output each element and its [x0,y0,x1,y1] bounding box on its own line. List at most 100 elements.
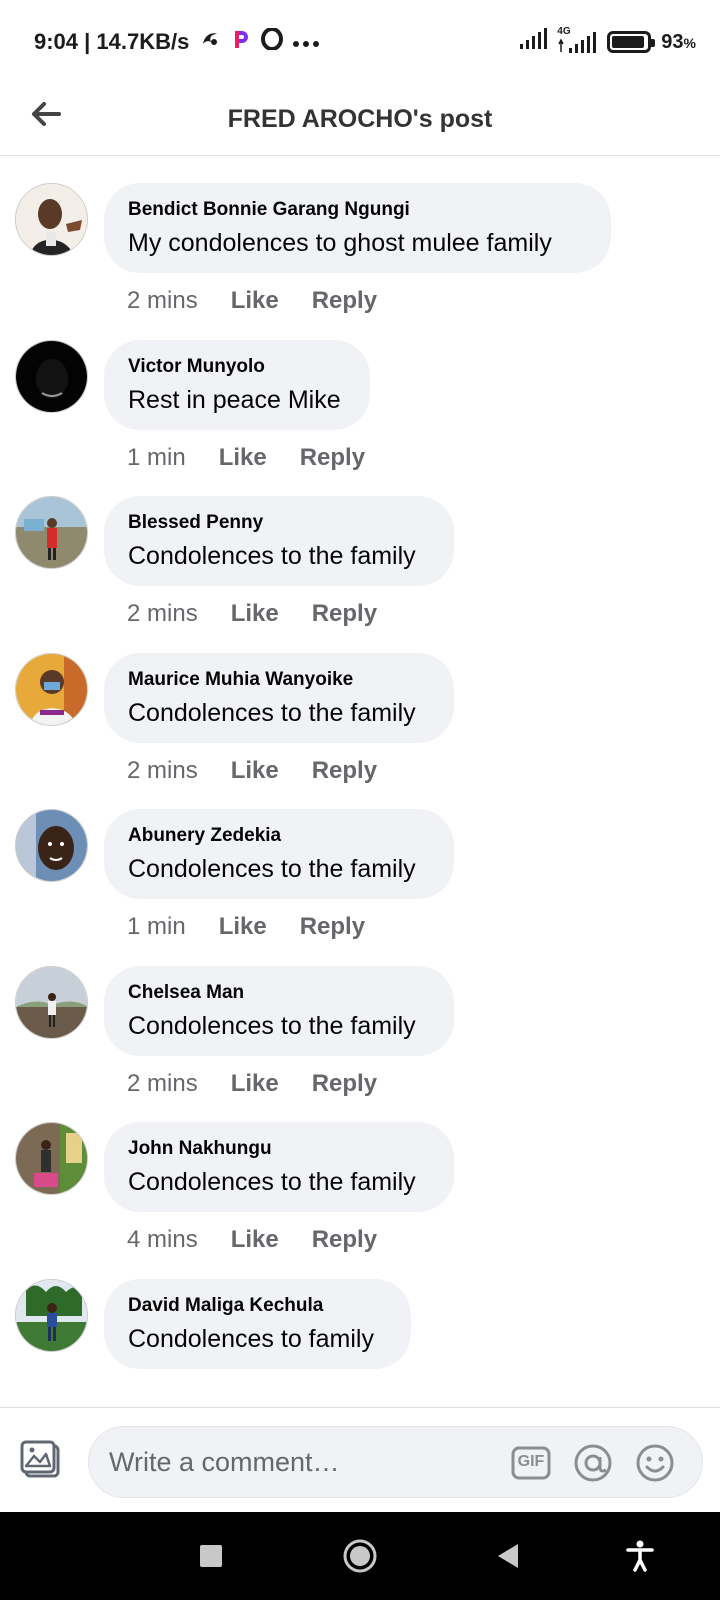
gif-label: GIF [517,1453,545,1470]
comment-text: Condolences to the family [128,1012,416,1040]
comment-input-container[interactable]: GIF [88,1426,703,1498]
comment-bubble[interactable]: David Maliga Kechula Condolences to fami… [104,1279,411,1369]
comment-author[interactable]: Victor Munyolo [128,356,346,378]
photo-icon [20,1440,60,1478]
battery-icon [607,31,656,53]
network-type-label: 4G [557,26,571,37]
at-sign-icon [574,1444,612,1482]
triangle-back-icon [498,1544,518,1568]
comment-actions: 2 mins Like Reply [127,287,377,315]
comment-actions: 4 mins Like Reply [127,1226,377,1254]
like-button[interactable]: Like [219,913,267,941]
comment-text: Rest in peace Mike [128,386,341,414]
like-button[interactable]: Like [231,287,279,315]
reply-button[interactable]: Reply [312,1226,377,1254]
avatar[interactable] [15,1279,88,1352]
mention-button[interactable] [573,1443,613,1483]
comment-text: Condolences to family [128,1325,374,1353]
avatar[interactable] [15,1122,88,1195]
comment-time[interactable]: 2 mins [127,757,198,785]
like-button[interactable]: Like [231,600,279,628]
status-right: 4G 93% [519,26,696,56]
comment-author[interactable]: John Nakhungu [128,1138,430,1160]
reply-button[interactable]: Reply [312,287,377,315]
battery-percent: 93% [661,31,696,54]
comment-bubble[interactable]: Chelsea Man Condolences to the family [104,966,454,1056]
status-time-speed: 9:04 | 14.7KB/s [34,29,190,54]
back-button[interactable] [26,94,66,134]
avatar[interactable] [15,340,88,413]
app-notification-icon [199,28,221,56]
post-header: FRED AROCHO's post [0,84,720,156]
battery-percent-unit: % [683,34,696,51]
comment-bubble[interactable]: Blessed Penny Condolences to the family [104,496,454,586]
comment-author[interactable]: Maurice Muhia Wanyoike [128,669,430,691]
reply-button[interactable]: Reply [312,757,377,785]
comment-actions: 1 min Like Reply [127,444,365,472]
comment-author[interactable]: David Maliga Kechula [128,1295,387,1317]
reply-button[interactable]: Reply [312,600,377,628]
comment-bubble[interactable]: John Nakhungu Condolences to the family [104,1122,454,1212]
comment-author[interactable]: Chelsea Man [128,982,430,1004]
avatar[interactable] [15,966,88,1039]
comment-text: Condolences to the family [128,1168,416,1196]
comment-bubble[interactable]: Victor Munyolo Rest in peace Mike [104,340,370,430]
comment-time[interactable]: 2 mins [127,1070,198,1098]
comment-actions: 2 mins Like Reply [127,757,377,785]
battery-percent-value: 93 [661,30,684,53]
status-bar: 9:04 | 14.7KB/s 4G 93% [0,0,720,84]
avatar[interactable] [15,496,88,569]
comment-time[interactable]: 1 min [127,444,186,472]
circle-icon [343,1539,377,1573]
comment-time[interactable]: 4 mins [127,1226,198,1254]
accessibility-button[interactable] [618,1534,662,1578]
like-button[interactable]: Like [219,444,267,472]
like-button[interactable]: Like [231,1070,279,1098]
avatar[interactable] [15,809,88,882]
reply-button[interactable]: Reply [300,913,365,941]
comment-actions: 1 min Like Reply [127,913,365,941]
comment-text: My condolences to ghost mulee family [128,229,552,257]
reply-button[interactable]: Reply [300,444,365,472]
system-back-button[interactable] [486,1534,530,1578]
battery-level-fill [612,36,644,48]
recents-button[interactable] [189,1534,233,1578]
system-navigation-bar [0,1512,720,1600]
accessibility-icon [626,1540,654,1572]
square-icon [200,1545,222,1567]
p-app-notification-icon [231,28,251,56]
add-photo-button[interactable] [20,1438,64,1482]
page-title: FRED AROCHO's post [227,105,493,133]
comment-text: Condolences to the family [128,542,416,570]
comment-author[interactable]: Bendict Bonnie Garang Ngungi [128,199,587,221]
comment-bubble[interactable]: Abunery Zedekia Condolences to the famil… [104,809,454,899]
home-button[interactable] [338,1534,382,1578]
comment-bubble[interactable]: Bendict Bonnie Garang Ngungi My condolen… [104,183,611,273]
comment-text: Condolences to the family [128,855,416,883]
comment-time[interactable]: 2 mins [127,600,198,628]
comment-input[interactable] [109,1441,489,1483]
like-button[interactable]: Like [231,757,279,785]
partial-reply-fragment [230,157,390,165]
avatar[interactable] [15,183,88,256]
comment-text: Condolences to the family [128,699,416,727]
reply-button[interactable]: Reply [312,1070,377,1098]
opera-notification-icon [261,27,284,56]
arrow-left-icon [32,102,61,126]
like-button[interactable]: Like [231,1226,279,1254]
avatar[interactable] [15,653,88,726]
comment-composer: GIF [0,1407,720,1512]
comment-bubble[interactable]: Maurice Muhia Wanyoike Condolences to th… [104,653,454,743]
emoji-icon [636,1444,674,1482]
comment-author[interactable]: Abunery Zedekia [128,825,430,847]
comment-time[interactable]: 1 min [127,913,186,941]
signal-icon [519,28,548,56]
gif-button[interactable]: GIF [511,1443,551,1483]
comments-feed[interactable]: Bendict Bonnie Garang Ngungi My condolen… [0,157,720,1407]
comment-time[interactable]: 2 mins [127,287,198,315]
emoji-button[interactable] [635,1443,675,1483]
more-notifications-icon [293,31,320,54]
signal-4g-icon: 4G [557,26,597,54]
comment-author[interactable]: Blessed Penny [128,512,430,534]
status-left: 9:04 | 14.7KB/s [34,27,320,56]
